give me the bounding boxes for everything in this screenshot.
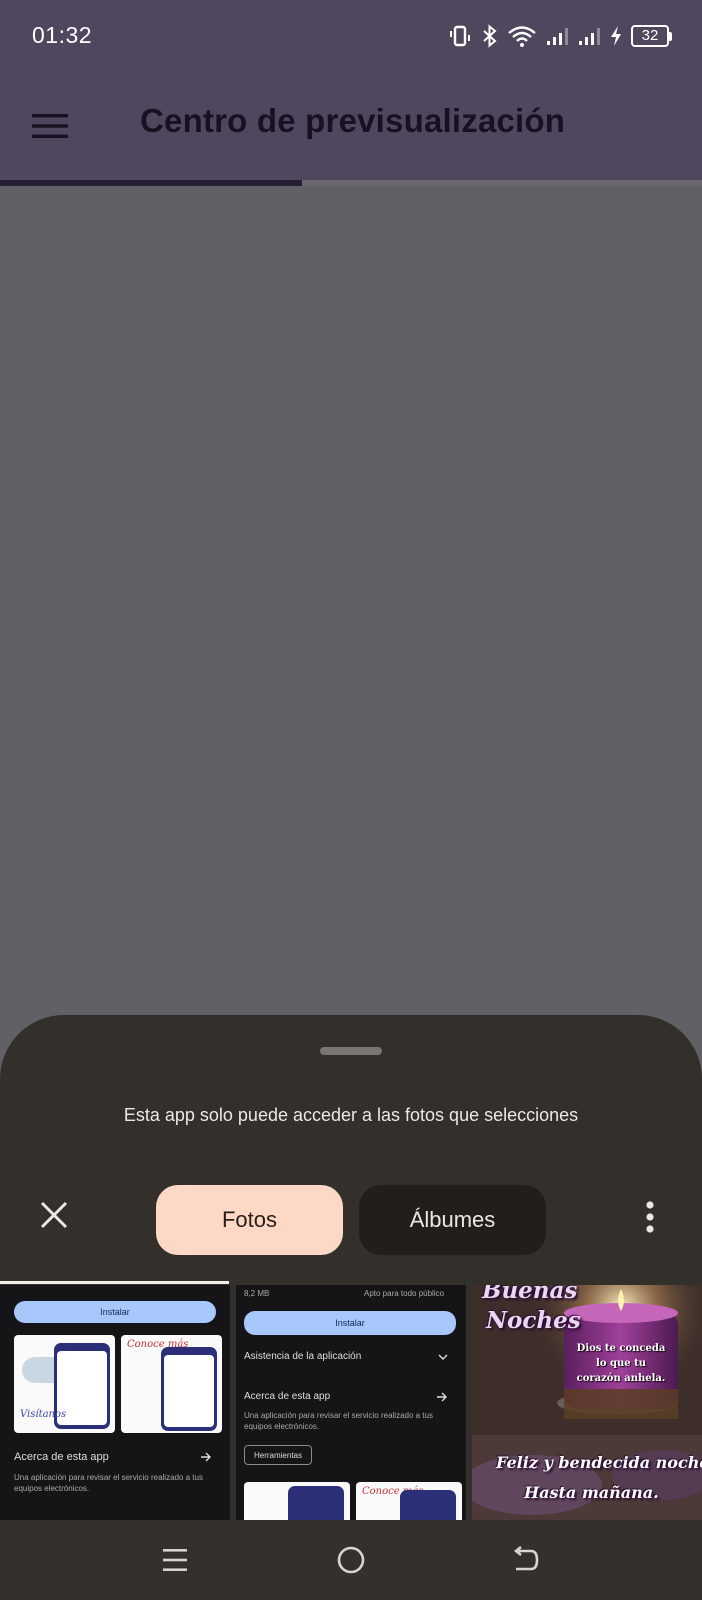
back-button[interactable] bbox=[500, 1538, 550, 1582]
chevron-down-icon bbox=[438, 1354, 448, 1360]
tab-albumes[interactable]: Álbumes bbox=[359, 1185, 546, 1255]
install-button-preview: Instalar bbox=[14, 1301, 216, 1323]
arrow-right-icon bbox=[201, 1452, 211, 1462]
greeting-line-2: Noches bbox=[486, 1307, 581, 1334]
candle-blessing: Dios te conceda lo que tu corazón anhela… bbox=[576, 1343, 666, 1384]
category-chip: Herramientas bbox=[244, 1445, 312, 1465]
hamburger-icon bbox=[32, 114, 68, 138]
close-button[interactable] bbox=[32, 1193, 76, 1237]
about-title: Acerca de esta app bbox=[244, 1391, 331, 1402]
signal-icon-sim1 bbox=[547, 28, 568, 45]
status-icons: 32 bbox=[447, 20, 672, 52]
install-button-preview: Instalar bbox=[244, 1311, 456, 1335]
app-rating: Apto para todo público bbox=[364, 1289, 445, 1298]
back-icon bbox=[513, 1546, 539, 1571]
recents-button[interactable] bbox=[150, 1538, 200, 1582]
status-time: 01:32 bbox=[32, 22, 93, 48]
drag-handle[interactable] bbox=[320, 1047, 382, 1055]
vibrate-icon bbox=[450, 25, 470, 47]
screenshot-card-right: Conoce más bbox=[121, 1335, 222, 1433]
home-button[interactable] bbox=[326, 1538, 376, 1582]
card-left-script: Visítanos bbox=[20, 1409, 67, 1420]
menu-button[interactable] bbox=[22, 98, 78, 154]
support-row: Asistencia de la aplicación bbox=[244, 1351, 362, 1362]
wifi-icon bbox=[508, 26, 536, 47]
greeting-line-3: Feliz y bendecida noche. bbox=[496, 1453, 702, 1472]
tab-fotos[interactable]: Fotos bbox=[156, 1185, 343, 1255]
photo-thumbnail[interactable]: Buenas Noches Dios te conceda lo que tu … bbox=[472, 1285, 702, 1520]
preview-area bbox=[0, 186, 702, 1016]
bluetooth-icon bbox=[483, 24, 497, 48]
screenshot-card-left bbox=[244, 1482, 350, 1520]
screenshot-card-left: Visítanos bbox=[14, 1335, 115, 1433]
more-vert-icon bbox=[646, 1201, 654, 1233]
greeting-line-4: Hasta mañana. bbox=[524, 1483, 659, 1502]
battery-icon: 32 bbox=[631, 25, 672, 47]
status-bar: 01:32 32 bbox=[0, 0, 702, 72]
about-title: Acerca de esta app bbox=[14, 1451, 109, 1463]
home-icon bbox=[337, 1546, 365, 1574]
app-size: 8,2 MB bbox=[244, 1289, 270, 1298]
close-icon bbox=[40, 1201, 68, 1229]
photo-thumbnail[interactable]: Instalar Visítanos Conoce más Acerca de … bbox=[0, 1285, 230, 1520]
more-options-button[interactable] bbox=[630, 1195, 670, 1239]
system-navigation-bar bbox=[0, 1520, 702, 1600]
photo-picker-sheet: Esta app solo puede acceder a las fotos … bbox=[0, 1015, 702, 1520]
access-notice: Esta app solo puede acceder a las fotos … bbox=[123, 1105, 579, 1125]
signal-icon-sim2 bbox=[579, 28, 600, 45]
recents-icon bbox=[163, 1549, 187, 1571]
page-title: Centro de previsualización bbox=[140, 102, 566, 139]
photo-thumbnail[interactable]: 8,2 MB Apto para todo público Instalar A… bbox=[236, 1285, 466, 1520]
greeting-line-1: Buenas bbox=[482, 1285, 578, 1304]
screen: 01:32 32 Centro de previsualización Esta… bbox=[0, 0, 702, 1600]
screenshot-card-right: Conoce más bbox=[356, 1482, 462, 1520]
tab-indicator bbox=[0, 1281, 229, 1284]
app-bar: Centro de previsualización bbox=[0, 72, 702, 180]
charging-icon bbox=[611, 26, 621, 46]
about-body: Una aplicación para revisar el servicio … bbox=[244, 1411, 433, 1431]
about-body: Una aplicación para revisar el servicio … bbox=[14, 1473, 203, 1493]
battery-level: 32 bbox=[631, 25, 669, 47]
arrow-right-icon bbox=[437, 1392, 447, 1402]
